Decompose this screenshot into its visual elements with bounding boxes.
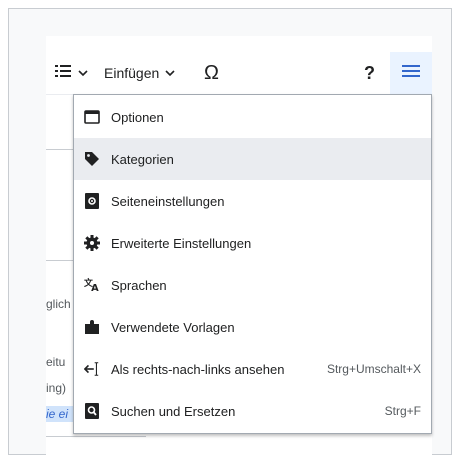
puzzle-icon bbox=[84, 319, 100, 335]
omega-icon: Ω bbox=[204, 61, 219, 84]
menu-item-rtl-view[interactable]: Als rechts-nach-links ansehen Strg+Umsch… bbox=[74, 348, 431, 390]
menu-item-page-settings[interactable]: Seiteneinstellungen bbox=[74, 180, 431, 222]
menu-item-label: Sprachen bbox=[111, 277, 167, 293]
menu-item-label: Kategorien bbox=[111, 151, 174, 167]
gear-icon bbox=[84, 235, 100, 251]
chevron-down-icon bbox=[165, 64, 175, 82]
tag-icon bbox=[84, 151, 100, 167]
insert-label: Einfügen bbox=[104, 65, 160, 81]
bullet-list-icon bbox=[54, 63, 72, 84]
page-options-menu-button[interactable] bbox=[390, 52, 432, 94]
menu-item-categories[interactable]: Kategorien bbox=[74, 138, 431, 180]
insert-menu-button[interactable]: Einfügen bbox=[104, 52, 175, 94]
content-divider bbox=[46, 149, 73, 150]
language-icon: 文 A bbox=[84, 277, 100, 293]
hamburger-menu-icon bbox=[402, 64, 420, 83]
menu-item-shortcut: Strg+Umschalt+X bbox=[326, 362, 421, 376]
special-character-button[interactable]: Ω bbox=[204, 52, 219, 94]
editor-toolbar: Einfügen Ω ? bbox=[46, 52, 432, 95]
menu-item-label: Suchen und Ersetzen bbox=[111, 403, 236, 419]
menu-item-advanced-settings[interactable]: Erweiterte Einstellungen bbox=[74, 222, 431, 264]
text-direction-icon bbox=[84, 361, 100, 377]
content-text: ing) bbox=[46, 381, 67, 395]
help-button[interactable]: ? bbox=[364, 52, 375, 94]
menu-item-shortcut: Strg+F bbox=[384, 404, 421, 418]
window-icon bbox=[84, 109, 100, 125]
content-link-text[interactable]: ie ei bbox=[46, 407, 73, 421]
content-text: eitu bbox=[46, 355, 66, 369]
menu-item-options[interactable]: Optionen bbox=[74, 96, 431, 138]
content-divider bbox=[46, 260, 73, 261]
menu-item-label: Verwendete Vorlagen bbox=[111, 319, 235, 335]
menu-item-label: Optionen bbox=[111, 109, 164, 125]
find-replace-icon bbox=[84, 403, 100, 419]
chevron-down-icon bbox=[78, 64, 88, 82]
menu-item-label: Seiteneinstellungen bbox=[111, 193, 225, 209]
menu-item-label: Erweiterte Einstellungen bbox=[111, 235, 252, 251]
page-settings-icon bbox=[84, 193, 100, 209]
help-icon: ? bbox=[364, 62, 375, 83]
content-divider bbox=[46, 436, 146, 437]
menu-item-label: Als rechts-nach-links ansehen bbox=[111, 361, 285, 377]
svg-text:A: A bbox=[91, 283, 99, 293]
menu-item-languages[interactable]: 文 A Sprachen bbox=[74, 264, 431, 306]
menu-item-templates-used[interactable]: Verwendete Vorlagen bbox=[74, 306, 431, 348]
content-text: glich bbox=[46, 297, 71, 311]
menu-item-find-replace[interactable]: Suchen und Ersetzen Strg+F bbox=[74, 390, 431, 432]
page-options-dropdown: Optionen Kategorien Seiteneinstellungen bbox=[73, 94, 432, 434]
list-button[interactable] bbox=[54, 52, 88, 94]
